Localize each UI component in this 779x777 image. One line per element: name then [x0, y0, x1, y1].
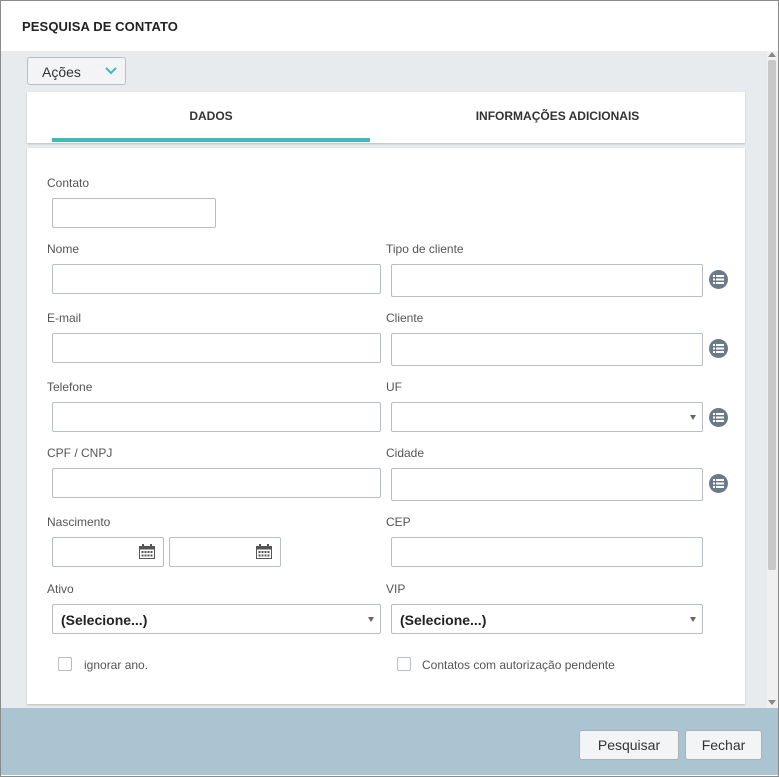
close-button[interactable]: Fechar: [685, 730, 762, 760]
ativo-select[interactable]: (Selecione...): [52, 604, 381, 634]
dialog-header: PESQUISA DE CONTATO: [1, 1, 778, 51]
tab-informacoes-adicionais[interactable]: INFORMAÇÕES ADICIONAIS: [370, 92, 745, 143]
contato-label: Contato: [47, 176, 90, 190]
email-input[interactable]: [52, 333, 381, 363]
tipo-cliente-label: Tipo de cliente: [386, 242, 464, 256]
dialog-title: PESQUISA DE CONTATO: [22, 19, 178, 34]
list-icon: [713, 344, 724, 353]
cidade-input[interactable]: [391, 468, 703, 501]
vip-select[interactable]: (Selecione...): [391, 604, 703, 634]
cliente-input[interactable]: [391, 333, 703, 366]
vip-selected-value: (Selecione...): [400, 612, 487, 628]
actions-dropdown-button[interactable]: Ações: [27, 57, 126, 85]
cidade-label: Cidade: [386, 446, 425, 460]
active-tab-indicator: [52, 138, 370, 142]
telefone-label: Telefone: [47, 380, 93, 394]
tipo-cliente-list-button[interactable]: [709, 270, 728, 289]
ignorar-ano-checkbox[interactable]: [58, 657, 72, 671]
scroll-up-arrow-icon[interactable]: [768, 52, 776, 57]
autorizacao-pendente-checkbox[interactable]: [397, 657, 411, 671]
actions-dropdown-label: Ações: [42, 64, 81, 80]
scrollbar-thumb[interactable]: [768, 60, 776, 570]
tipo-cliente-input[interactable]: [391, 264, 703, 297]
telefone-input[interactable]: [52, 402, 381, 432]
autorizacao-pendente-label: Contatos com autorização pendente: [422, 658, 615, 672]
cpf-cnpj-label: CPF / CNPJ: [47, 446, 113, 460]
list-icon: [713, 275, 724, 284]
tabs-bar: DADOS INFORMAÇÕES ADICIONAIS: [27, 92, 745, 143]
cidade-list-button[interactable]: [709, 474, 728, 493]
dropdown-arrow-icon: [368, 617, 374, 622]
nascimento-label: Nascimento: [47, 515, 111, 529]
calendar-icon[interactable]: [256, 544, 272, 559]
tab-dados[interactable]: DADOS: [52, 92, 370, 143]
cep-input[interactable]: [391, 537, 703, 567]
cep-label: CEP: [386, 515, 411, 529]
calendar-icon[interactable]: [139, 544, 155, 559]
cliente-list-button[interactable]: [709, 339, 728, 358]
list-icon: [713, 413, 724, 422]
contato-input[interactable]: [52, 198, 216, 228]
dropdown-arrow-icon: [690, 415, 696, 420]
ativo-label: Ativo: [47, 582, 74, 596]
nome-label: Nome: [47, 242, 80, 256]
vip-label: VIP: [386, 582, 406, 596]
ignorar-ano-label: ignorar ano.: [84, 658, 149, 672]
email-label: E-mail: [47, 311, 82, 325]
uf-list-button[interactable]: [709, 408, 728, 427]
nome-input[interactable]: [52, 264, 381, 294]
ativo-selected-value: (Selecione...): [61, 612, 148, 628]
chevron-down-icon: [105, 67, 117, 75]
dropdown-arrow-icon: [690, 617, 696, 622]
cpf-cnpj-input[interactable]: [52, 468, 381, 498]
scroll-down-arrow-icon[interactable]: [768, 700, 776, 705]
uf-label: UF: [386, 380, 402, 394]
cliente-label: Cliente: [386, 311, 424, 325]
list-icon: [713, 479, 724, 488]
search-button[interactable]: Pesquisar: [579, 730, 679, 760]
uf-select[interactable]: [391, 402, 703, 432]
